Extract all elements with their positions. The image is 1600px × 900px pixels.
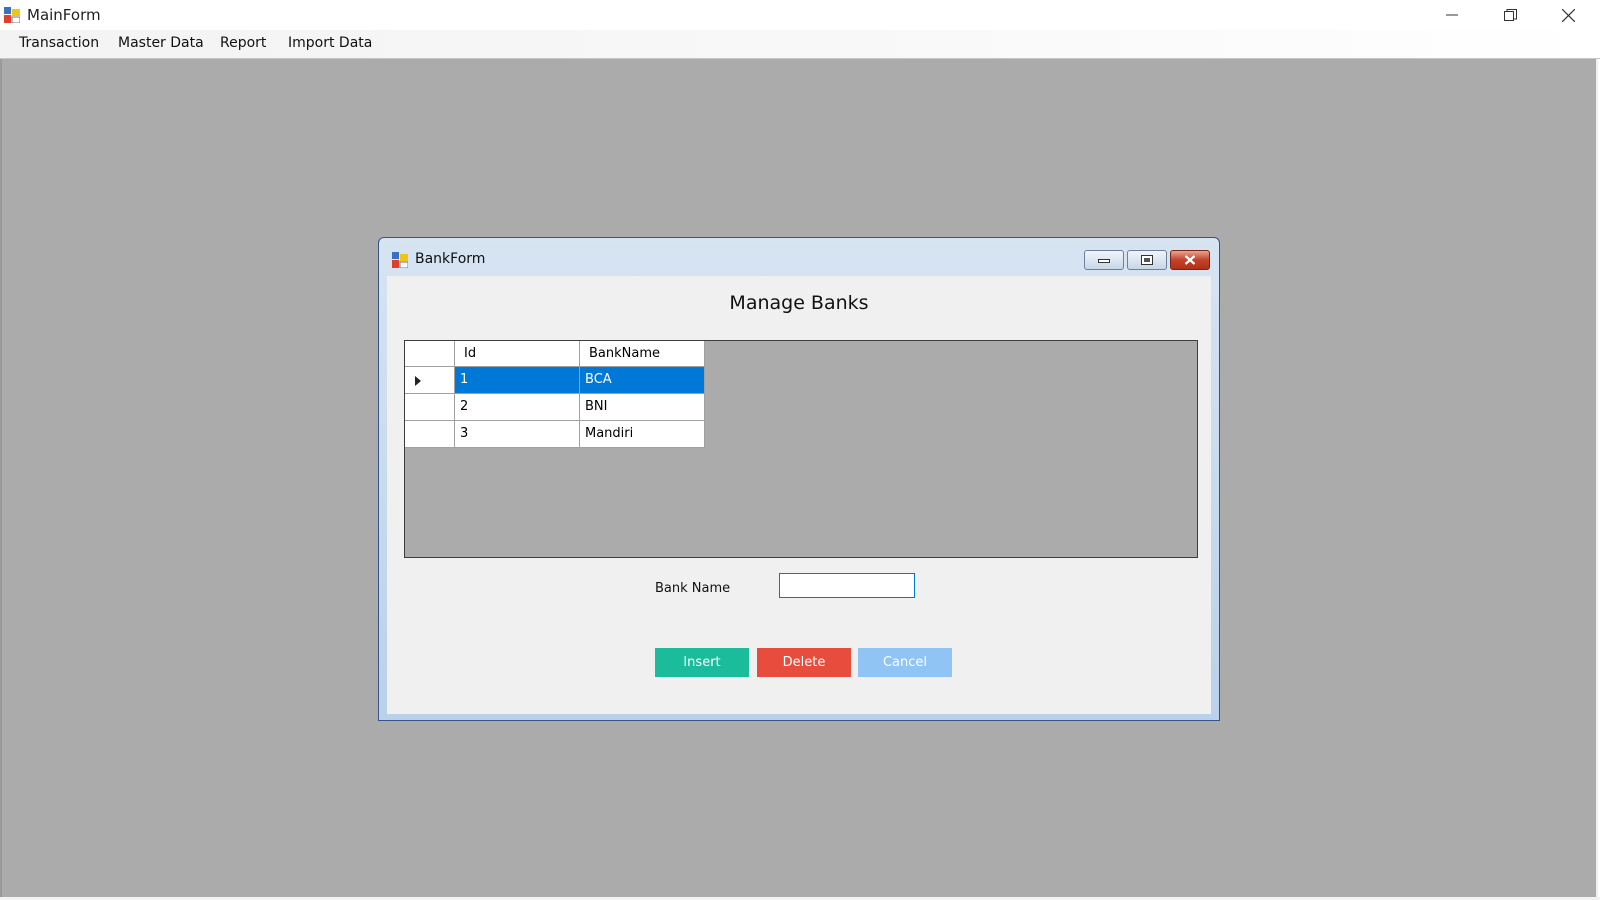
close-icon	[1184, 255, 1196, 265]
restore-icon	[1503, 8, 1517, 21]
menu-master-data[interactable]: Master Data	[118, 35, 204, 51]
delete-button[interactable]: Delete	[757, 648, 851, 677]
bank-data-grid[interactable]: Id BankName 1 BCA 2 BNI 3 Mandiri	[404, 340, 1198, 558]
bank-form-window: BankForm Manage Banks Id BankName 1 BCA …	[378, 237, 1220, 721]
maximize-icon	[1141, 255, 1153, 265]
table-cell-id[interactable]: 1	[455, 367, 580, 394]
table-cell-id[interactable]: 3	[455, 421, 580, 448]
cancel-button[interactable]: Cancel	[858, 648, 952, 677]
app-icon	[4, 7, 21, 24]
window-title: MainForm	[27, 6, 101, 24]
menu-import-data[interactable]: Import Data	[288, 35, 372, 51]
table-cell-bankname[interactable]: BNI	[580, 394, 705, 421]
menu-transaction[interactable]: Transaction	[19, 35, 99, 51]
form-client-area: Manage Banks Id BankName 1 BCA 2 BNI 3 M…	[387, 276, 1211, 714]
current-row-arrow-icon	[415, 376, 421, 386]
child-close-button[interactable]	[1170, 250, 1210, 270]
table-cell-bankname[interactable]: BCA	[580, 367, 705, 394]
minimize-button[interactable]	[1423, 0, 1481, 30]
menu-report[interactable]: Report	[220, 35, 266, 51]
close-button[interactable]	[1539, 0, 1597, 30]
bank-name-label: Bank Name	[655, 581, 731, 596]
main-titlebar: MainForm	[0, 0, 1600, 30]
bank-name-input[interactable]	[779, 573, 915, 598]
insert-button[interactable]: Insert	[655, 648, 749, 677]
form-icon	[392, 252, 409, 269]
minimize-icon	[1446, 14, 1458, 16]
page-title: Manage Banks	[729, 292, 869, 314]
restore-button[interactable]	[1481, 0, 1539, 30]
row-header[interactable]	[405, 421, 455, 448]
row-header[interactable]	[405, 394, 455, 421]
child-minimize-button[interactable]	[1084, 250, 1124, 270]
child-maximize-button[interactable]	[1127, 250, 1167, 270]
table-cell-bankname[interactable]: Mandiri	[580, 421, 705, 448]
grid-corner-header	[405, 341, 455, 367]
table-cell-id[interactable]: 2	[455, 394, 580, 421]
row-header[interactable]	[405, 367, 455, 394]
column-header-id[interactable]: Id	[455, 341, 580, 367]
child-window-title: BankForm	[415, 251, 486, 267]
menu-bar: Transaction Master Data Report Import Da…	[0, 30, 1600, 59]
close-icon	[1561, 8, 1575, 22]
minimize-icon	[1098, 259, 1110, 263]
column-header-bankname[interactable]: BankName	[580, 341, 705, 367]
